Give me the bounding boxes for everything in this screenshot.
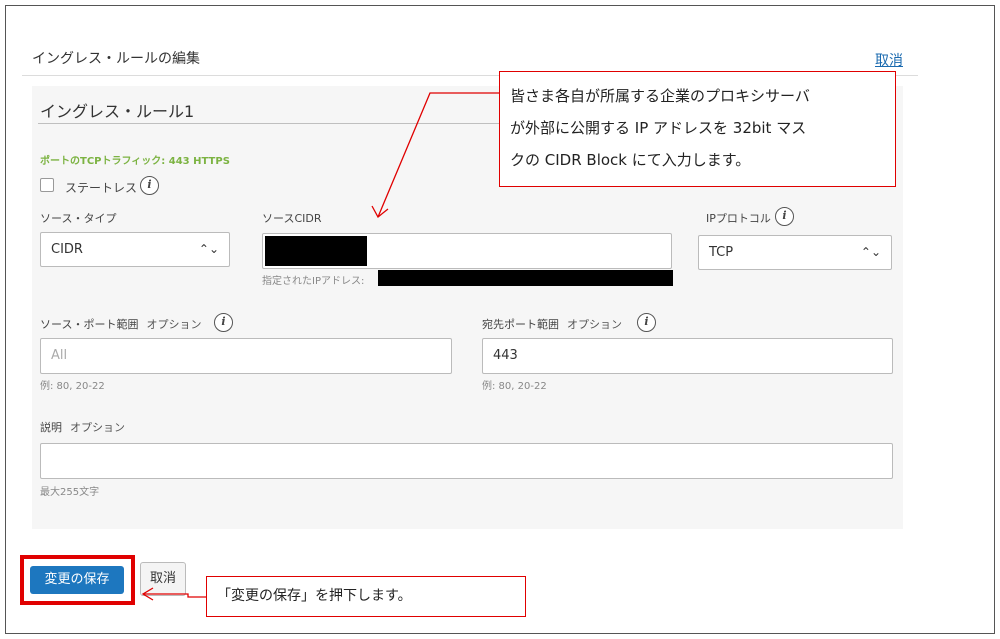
description-label-text: 説明	[40, 421, 62, 434]
panel-title: イングレス・ルールの編集	[32, 51, 200, 67]
source-port-range-hint: 例: 80, 20-22	[40, 381, 105, 392]
info-icon[interactable]: i	[637, 313, 656, 332]
stateless-checkbox[interactable]	[40, 178, 54, 192]
redacted-block	[378, 270, 673, 286]
save-changes-button[interactable]: 変更の保存	[30, 566, 124, 594]
source-type-value: CIDR	[51, 242, 83, 257]
divider	[38, 123, 518, 124]
description-hint: 最大255文字	[40, 487, 100, 498]
annotation-line: クの CIDR Block にて入力します。	[510, 151, 751, 169]
source-port-range-label: ソース・ポート範囲 オプション	[40, 316, 201, 332]
source-port-range-input[interactable]: All	[40, 338, 452, 374]
source-cidr-hint: 指定されたIPアドレス:	[262, 276, 365, 287]
save-annotation: 「変更の保存」を押下します。	[206, 576, 526, 617]
annotation-line: が外部に公開する IP アドレスを 32bit マス	[510, 119, 807, 137]
stateless-label: ステートレス	[65, 181, 138, 195]
ip-protocol-select[interactable]: TCP ⌃⌄	[698, 235, 892, 270]
source-type-select[interactable]: CIDR ⌃⌄	[40, 232, 230, 267]
rule-title: イングレス・ルール1	[40, 102, 195, 121]
cidr-annotation: 皆さま各自が所属する企業のプロキシサーバ が外部に公開する IP アドレスを 3…	[499, 71, 896, 187]
description-label: 説明 オプション	[40, 419, 125, 435]
redacted-block	[265, 236, 367, 266]
traffic-summary: ポートのTCPトラフィック: 443 HTTPS	[40, 156, 230, 167]
chevron-updown-icon: ⌃⌄	[198, 242, 219, 256]
optional-tag: オプション	[70, 421, 125, 434]
annotation-line: 皆さま各自が所属する企業のプロキシサーバ	[510, 87, 810, 105]
info-icon[interactable]: i	[140, 176, 159, 195]
info-icon[interactable]: i	[214, 313, 233, 332]
dest-port-range-hint: 例: 80, 20-22	[482, 381, 547, 392]
cancel-button[interactable]: 取消	[140, 562, 186, 596]
description-input[interactable]	[40, 443, 893, 479]
source-port-range-label-text: ソース・ポート範囲	[40, 318, 139, 331]
cancel-link[interactable]: 取消	[875, 50, 903, 70]
optional-tag: オプション	[567, 318, 622, 331]
source-cidr-label: ソースCIDR	[262, 212, 322, 225]
dest-port-range-label: 宛先ポート範囲 オプション	[482, 316, 622, 332]
dest-port-range-input[interactable]: 443	[482, 338, 893, 374]
ip-protocol-label: IPプロトコル	[706, 212, 771, 225]
info-icon[interactable]: i	[775, 207, 794, 226]
ip-protocol-value: TCP	[709, 245, 734, 260]
source-type-label: ソース・タイプ	[40, 212, 117, 225]
dest-port-range-label-text: 宛先ポート範囲	[482, 318, 559, 331]
chevron-updown-icon: ⌃⌄	[860, 245, 881, 259]
optional-tag: オプション	[146, 318, 202, 331]
